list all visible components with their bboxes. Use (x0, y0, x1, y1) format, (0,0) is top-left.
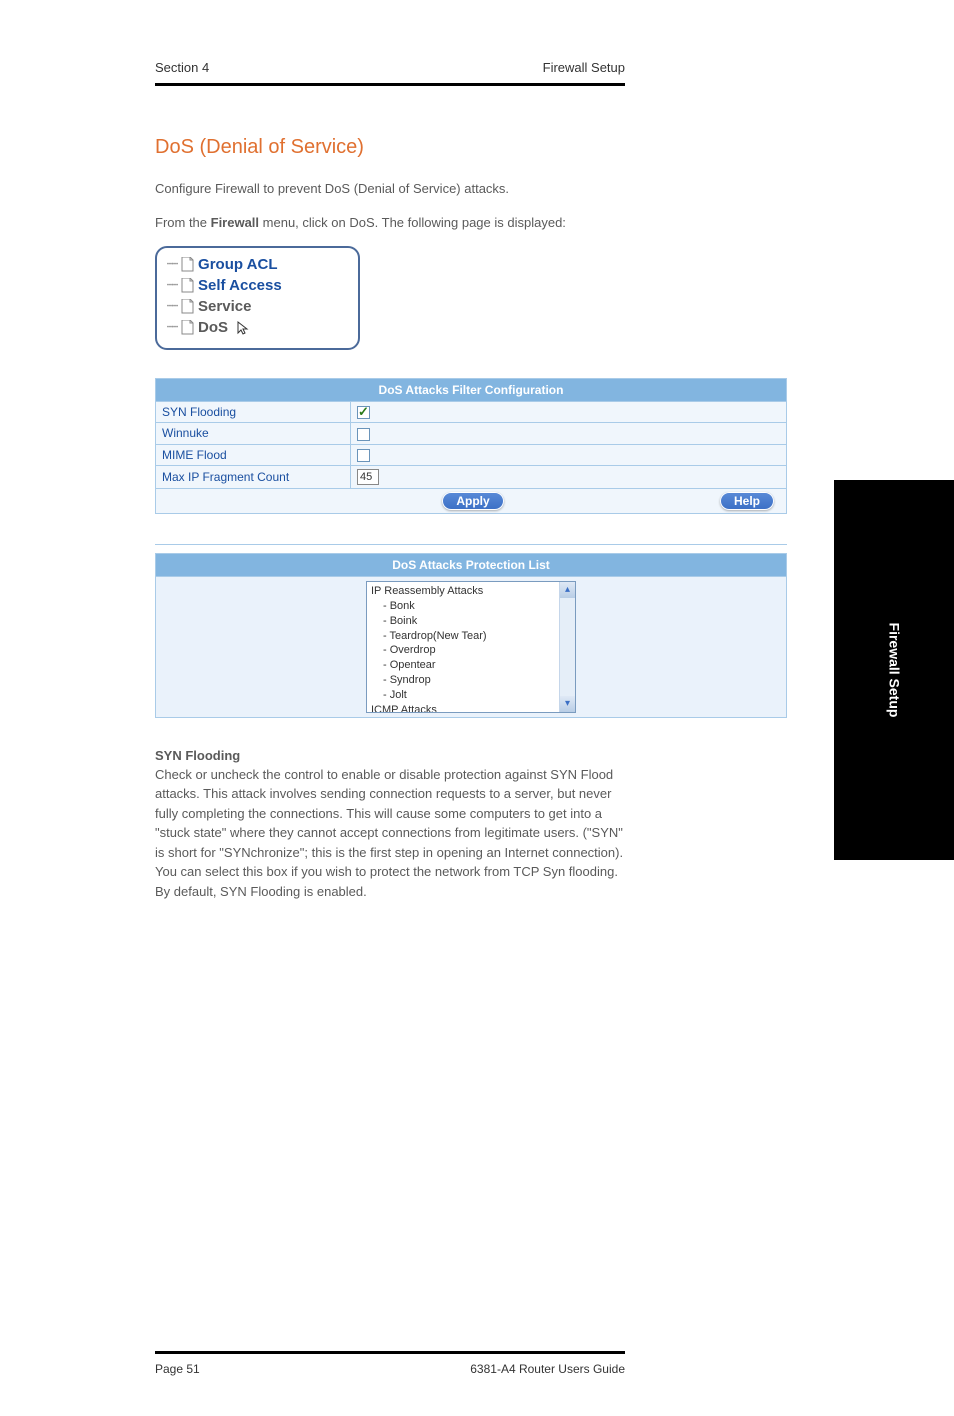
config-label: SYN Flooding (156, 402, 351, 423)
list-item: - Overdrop (371, 643, 555, 658)
tree-connector: ┈┈ (167, 258, 177, 272)
scroll-track[interactable] (560, 598, 575, 696)
winnuke-checkbox[interactable] (357, 428, 370, 441)
cursor-icon (236, 320, 252, 336)
header-section-title: Firewall Setup (543, 60, 625, 75)
file-icon (181, 320, 194, 335)
list-item: - Teardrop(New Tear) (371, 629, 555, 644)
protection-table: DoS Attacks Protection List IP Reassembl… (155, 553, 787, 718)
config-row-syn-flooding: SYN Flooding (156, 402, 787, 423)
protection-listbox[interactable]: IP Reassembly Attacks - Bonk - Boink - T… (366, 581, 576, 713)
config-row-winnuke: Winnuke (156, 423, 787, 444)
nav-label: Service (198, 296, 251, 317)
scroll-up-button[interactable]: ▴ (560, 582, 575, 598)
listbox-content: IP Reassembly Attacks - Bonk - Boink - T… (367, 582, 559, 712)
list-item: - Boink (371, 614, 555, 629)
nav-instruction: From the Firewall menu, click on DoS. Th… (155, 213, 625, 233)
list-item: - Syndrop (371, 673, 555, 688)
syn-flooding-checkbox[interactable] (357, 406, 370, 419)
divider (155, 544, 787, 545)
definition-body: Check or uncheck the control to enable o… (155, 765, 625, 902)
definition-title: SYN Flooding (155, 748, 625, 763)
list-item: - Bonk (371, 599, 555, 614)
file-icon (181, 299, 194, 314)
nav-item-service[interactable]: ┈┈ Service (167, 296, 348, 317)
nav-item-group-acl[interactable]: ┈┈ Group ACL (167, 254, 348, 275)
protection-title: DoS Attacks Protection List (156, 553, 787, 576)
page-footer: Page 51 6381-A4 Router Users Guide (155, 1351, 625, 1376)
max-ip-fragment-input[interactable] (357, 469, 379, 485)
config-row-mime-flood: MIME Flood (156, 444, 787, 465)
config-label: MIME Flood (156, 444, 351, 465)
config-label: Winnuke (156, 423, 351, 444)
nav-label: Self Access (198, 275, 282, 296)
scrollbar[interactable]: ▴ ▾ (559, 582, 575, 712)
footer-page: Page 51 (155, 1362, 200, 1376)
list-item: - Opentear (371, 658, 555, 673)
dos-config-table: DoS Attacks Filter Configuration SYN Flo… (155, 378, 787, 514)
help-button[interactable]: Help (720, 492, 774, 510)
file-icon (181, 257, 194, 272)
nav-label: DoS (198, 317, 228, 338)
nav-label: Group ACL (198, 254, 277, 275)
page-content: Section 4 Firewall Setup DoS (Denial of … (0, 0, 780, 1416)
page-header: Section 4 Firewall Setup (155, 60, 625, 86)
section-heading: DoS (Denial of Service) (155, 136, 625, 159)
definition-syn-flooding: SYN Flooding Check or uncheck the contro… (155, 748, 625, 902)
nav-item-dos[interactable]: ┈┈ DoS (167, 317, 348, 338)
list-item: - Jolt (371, 688, 555, 703)
config-label: Max IP Fragment Count (156, 465, 351, 488)
file-icon (181, 278, 194, 293)
tree-connector: ┈┈ (167, 300, 177, 314)
nav-item-self-access[interactable]: ┈┈ Self Access (167, 275, 348, 296)
config-row-max-ip-fragment: Max IP Fragment Count (156, 465, 787, 488)
apply-button[interactable]: Apply (442, 492, 503, 510)
footer-product: 6381-A4 Router Users Guide (470, 1362, 625, 1376)
config-button-row: Apply Help (156, 488, 787, 513)
list-item: ICMP Attacks (371, 703, 555, 712)
side-tab-label: Firewall Setup (886, 623, 902, 718)
mime-flood-checkbox[interactable] (357, 449, 370, 462)
intro-text: Configure Firewall to prevent DoS (Denia… (155, 179, 625, 199)
tree-connector: ┈┈ (167, 279, 177, 293)
protection-section: DoS Attacks Protection List IP Reassembl… (155, 544, 787, 718)
list-item: IP Reassembly Attacks (371, 584, 555, 599)
config-title: DoS Attacks Filter Configuration (156, 379, 787, 402)
nav-tree-screenshot: ┈┈ Group ACL ┈┈ Self Access ┈┈ Service ┈… (155, 246, 360, 350)
side-tab: Firewall Setup (834, 480, 954, 860)
tree-connector: ┈┈ (167, 321, 177, 335)
header-section-label: Section 4 (155, 60, 209, 75)
scroll-down-button[interactable]: ▾ (560, 696, 575, 712)
